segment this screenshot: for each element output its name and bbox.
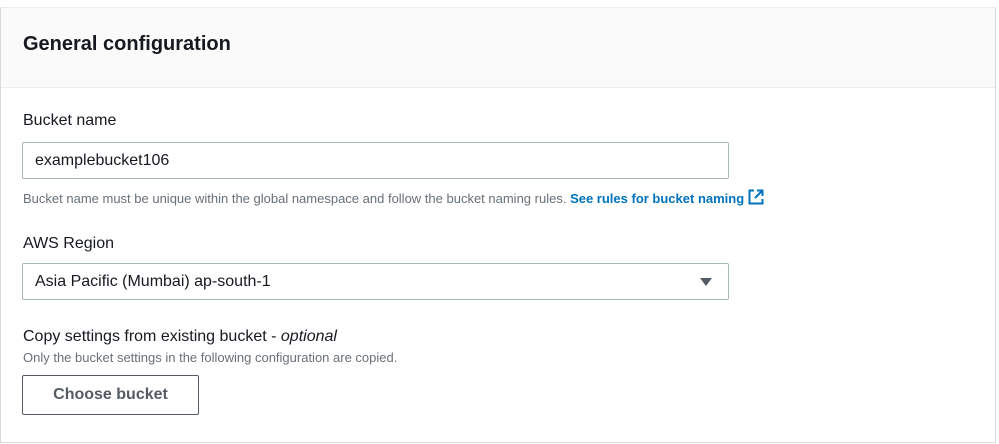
- copy-settings-hint: Only the bucket settings in the followin…: [23, 350, 398, 365]
- panel-title: General configuration: [23, 33, 231, 55]
- bucket-name-hint: Bucket name must be unique within the gl…: [23, 188, 765, 209]
- copy-settings-label: Copy settings from existing bucket - opt…: [23, 328, 337, 346]
- bucket-naming-rules-link-label: See rules for bucket naming: [570, 191, 745, 206]
- caret-down-icon: [700, 277, 712, 286]
- bucket-name-input[interactable]: [22, 142, 729, 179]
- aws-region-select[interactable]: Asia Pacific (Mumbai) ap-south-1: [22, 263, 729, 300]
- copy-settings-label-text: Copy settings from existing bucket -: [23, 328, 281, 345]
- panel-header: General configuration: [1, 8, 995, 88]
- optional-marker: optional: [280, 328, 337, 345]
- aws-region-selected-value: Asia Pacific (Mumbai) ap-south-1: [35, 272, 271, 290]
- bucket-name-label: Bucket name: [23, 112, 117, 129]
- choose-bucket-button[interactable]: Choose bucket: [22, 375, 199, 415]
- aws-region-label: AWS Region: [23, 235, 114, 252]
- bucket-name-hint-text: Bucket name must be unique within the gl…: [23, 191, 567, 206]
- bucket-naming-rules-link[interactable]: See rules for bucket naming: [570, 188, 765, 209]
- external-link-icon: [747, 188, 765, 209]
